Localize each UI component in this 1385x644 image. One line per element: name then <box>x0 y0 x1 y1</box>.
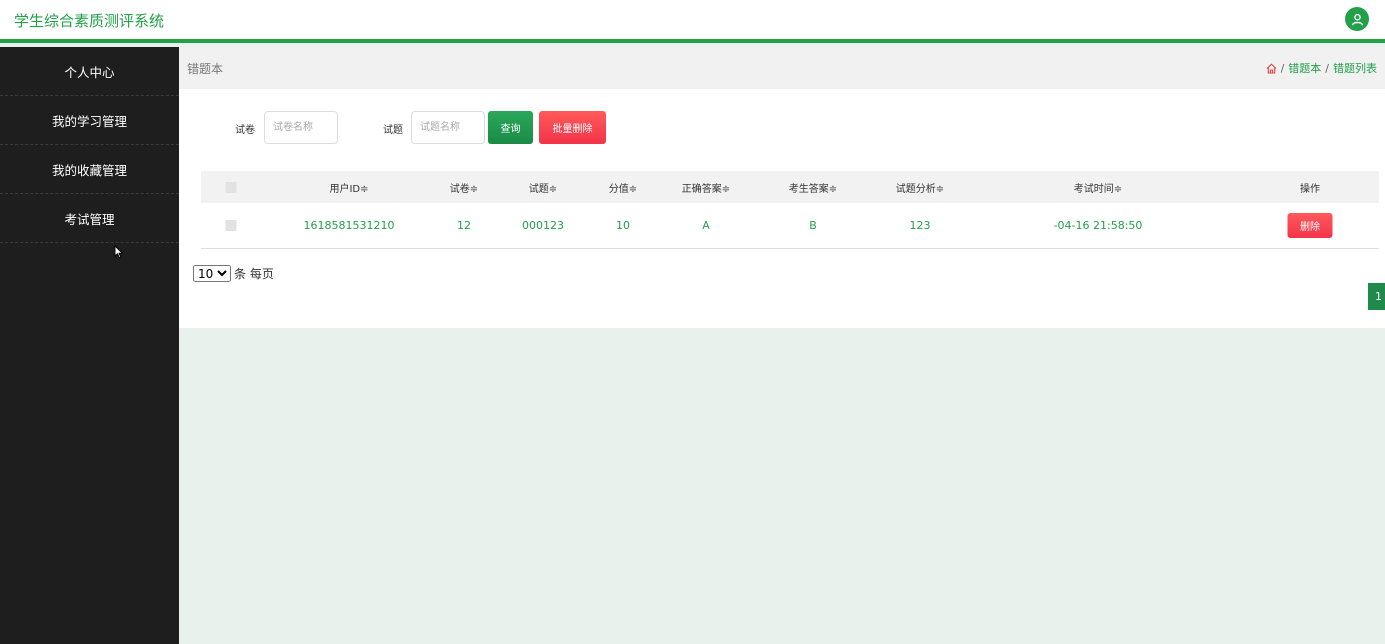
per-page-label: 条 每页 <box>234 267 274 281</box>
cell-correct-answer: A <box>702 219 710 232</box>
mouse-cursor-icon <box>114 245 124 259</box>
column-header-question[interactable]: 试题≑ <box>529 171 557 203</box>
sidebar: 个人中心 我的学习管理 我的收藏管理 考试管理 <box>0 47 179 644</box>
column-header-user-id[interactable]: 用户ID≑ <box>329 171 368 203</box>
user-avatar-icon[interactable] <box>1345 7 1369 31</box>
delete-button[interactable]: 删除 <box>1287 213 1333 238</box>
wrong-questions-table: 用户ID≑ 试卷≑ 试题≑ 分值≑ 正确答案≑ 考生答案≑ 试题分析≑ 考试时间… <box>201 171 1379 249</box>
column-header-analysis[interactable]: 试题分析≑ <box>896 171 944 203</box>
content-panel: 试卷 试题 查询 批量删除 用户ID≑ 试卷≑ 试题≑ 分值≑ 正确答案≑ 考生… <box>179 89 1385 328</box>
column-header-correct-answer[interactable]: 正确答案≑ <box>682 171 730 203</box>
breadcrumb: / 错题本 / 错题列表 <box>1266 60 1377 76</box>
cell-score: 10 <box>616 219 630 232</box>
page-title: 错题本 <box>187 61 224 76</box>
question-label: 试题 <box>383 125 403 136</box>
sidebar-item-label: 我的收藏管理 <box>51 162 127 178</box>
app-title: 学生综合素质测评系统 <box>14 12 165 30</box>
page-size-select[interactable]: 10 <box>193 265 231 282</box>
breadcrumb-separator: / <box>1280 61 1285 75</box>
breadcrumb-separator: / <box>1325 61 1329 75</box>
page-size-control: 10 条 每页 <box>193 265 274 282</box>
column-header-paper[interactable]: 试卷≑ <box>450 171 478 203</box>
column-header-actions: 操作 <box>1300 183 1320 195</box>
cell-student-answer: B <box>809 219 817 232</box>
top-bar: 学生综合素质测评系统 <box>0 0 1385 43</box>
home-icon[interactable] <box>1266 62 1277 74</box>
sidebar-item-label: 我的学习管理 <box>51 113 127 129</box>
column-header-exam-time[interactable]: 考试时间≑ <box>1074 171 1122 203</box>
sidebar-item-label: 考试管理 <box>64 211 115 227</box>
cell-user-id: 1618581531210 <box>303 219 395 232</box>
cell-question: 000123 <box>522 219 564 232</box>
sidebar-item-my-study[interactable]: 我的学习管理 <box>0 96 179 145</box>
pagination-current-page[interactable]: 1 <box>1368 283 1385 310</box>
sidebar-item-exam-management[interactable]: 考试管理 <box>0 194 179 243</box>
paper-label: 试卷 <box>235 125 255 136</box>
sidebar-item-personal-center[interactable]: 个人中心 <box>0 47 179 96</box>
row-checkbox[interactable] <box>225 203 237 248</box>
main-area: 错题本 / 错题本 / 错题列表 试卷 试题 查询 批量删除 用户ID≑ 试卷≑… <box>179 47 1385 644</box>
paper-name-input[interactable] <box>264 111 338 144</box>
query-button[interactable]: 查询 <box>488 111 533 144</box>
batch-delete-button[interactable]: 批量删除 <box>539 111 606 144</box>
cell-exam-time: -04-16 21:58:50 <box>1053 219 1143 232</box>
sidebar-item-my-favorites[interactable]: 我的收藏管理 <box>0 145 179 194</box>
cell-actions: 删除 <box>1287 203 1333 248</box>
column-header-student-answer[interactable]: 考生答案≑ <box>789 171 837 203</box>
breadcrumb-item-wrong-book[interactable]: 错题本 <box>1288 60 1321 76</box>
breadcrumb-item-wrong-list[interactable]: 错题列表 <box>1333 60 1377 76</box>
cell-analysis: 123 <box>909 219 931 232</box>
table-header: 用户ID≑ 试卷≑ 试题≑ 分值≑ 正确答案≑ 考生答案≑ 试题分析≑ 考试时间… <box>201 171 1379 203</box>
question-name-input[interactable] <box>411 111 485 144</box>
cell-paper: 12 <box>457 219 471 232</box>
table-row: 1618581531210 12 000123 10 A B 123 -04-1… <box>201 203 1379 248</box>
search-form: 试卷 试题 查询 批量删除 <box>179 111 1385 145</box>
breadcrumb-bar: 错题本 / 错题本 / 错题列表 <box>179 47 1385 89</box>
select-all-checkbox[interactable] <box>225 171 237 203</box>
sidebar-item-label: 个人中心 <box>64 64 115 80</box>
column-header-score[interactable]: 分值≑ <box>609 171 637 203</box>
